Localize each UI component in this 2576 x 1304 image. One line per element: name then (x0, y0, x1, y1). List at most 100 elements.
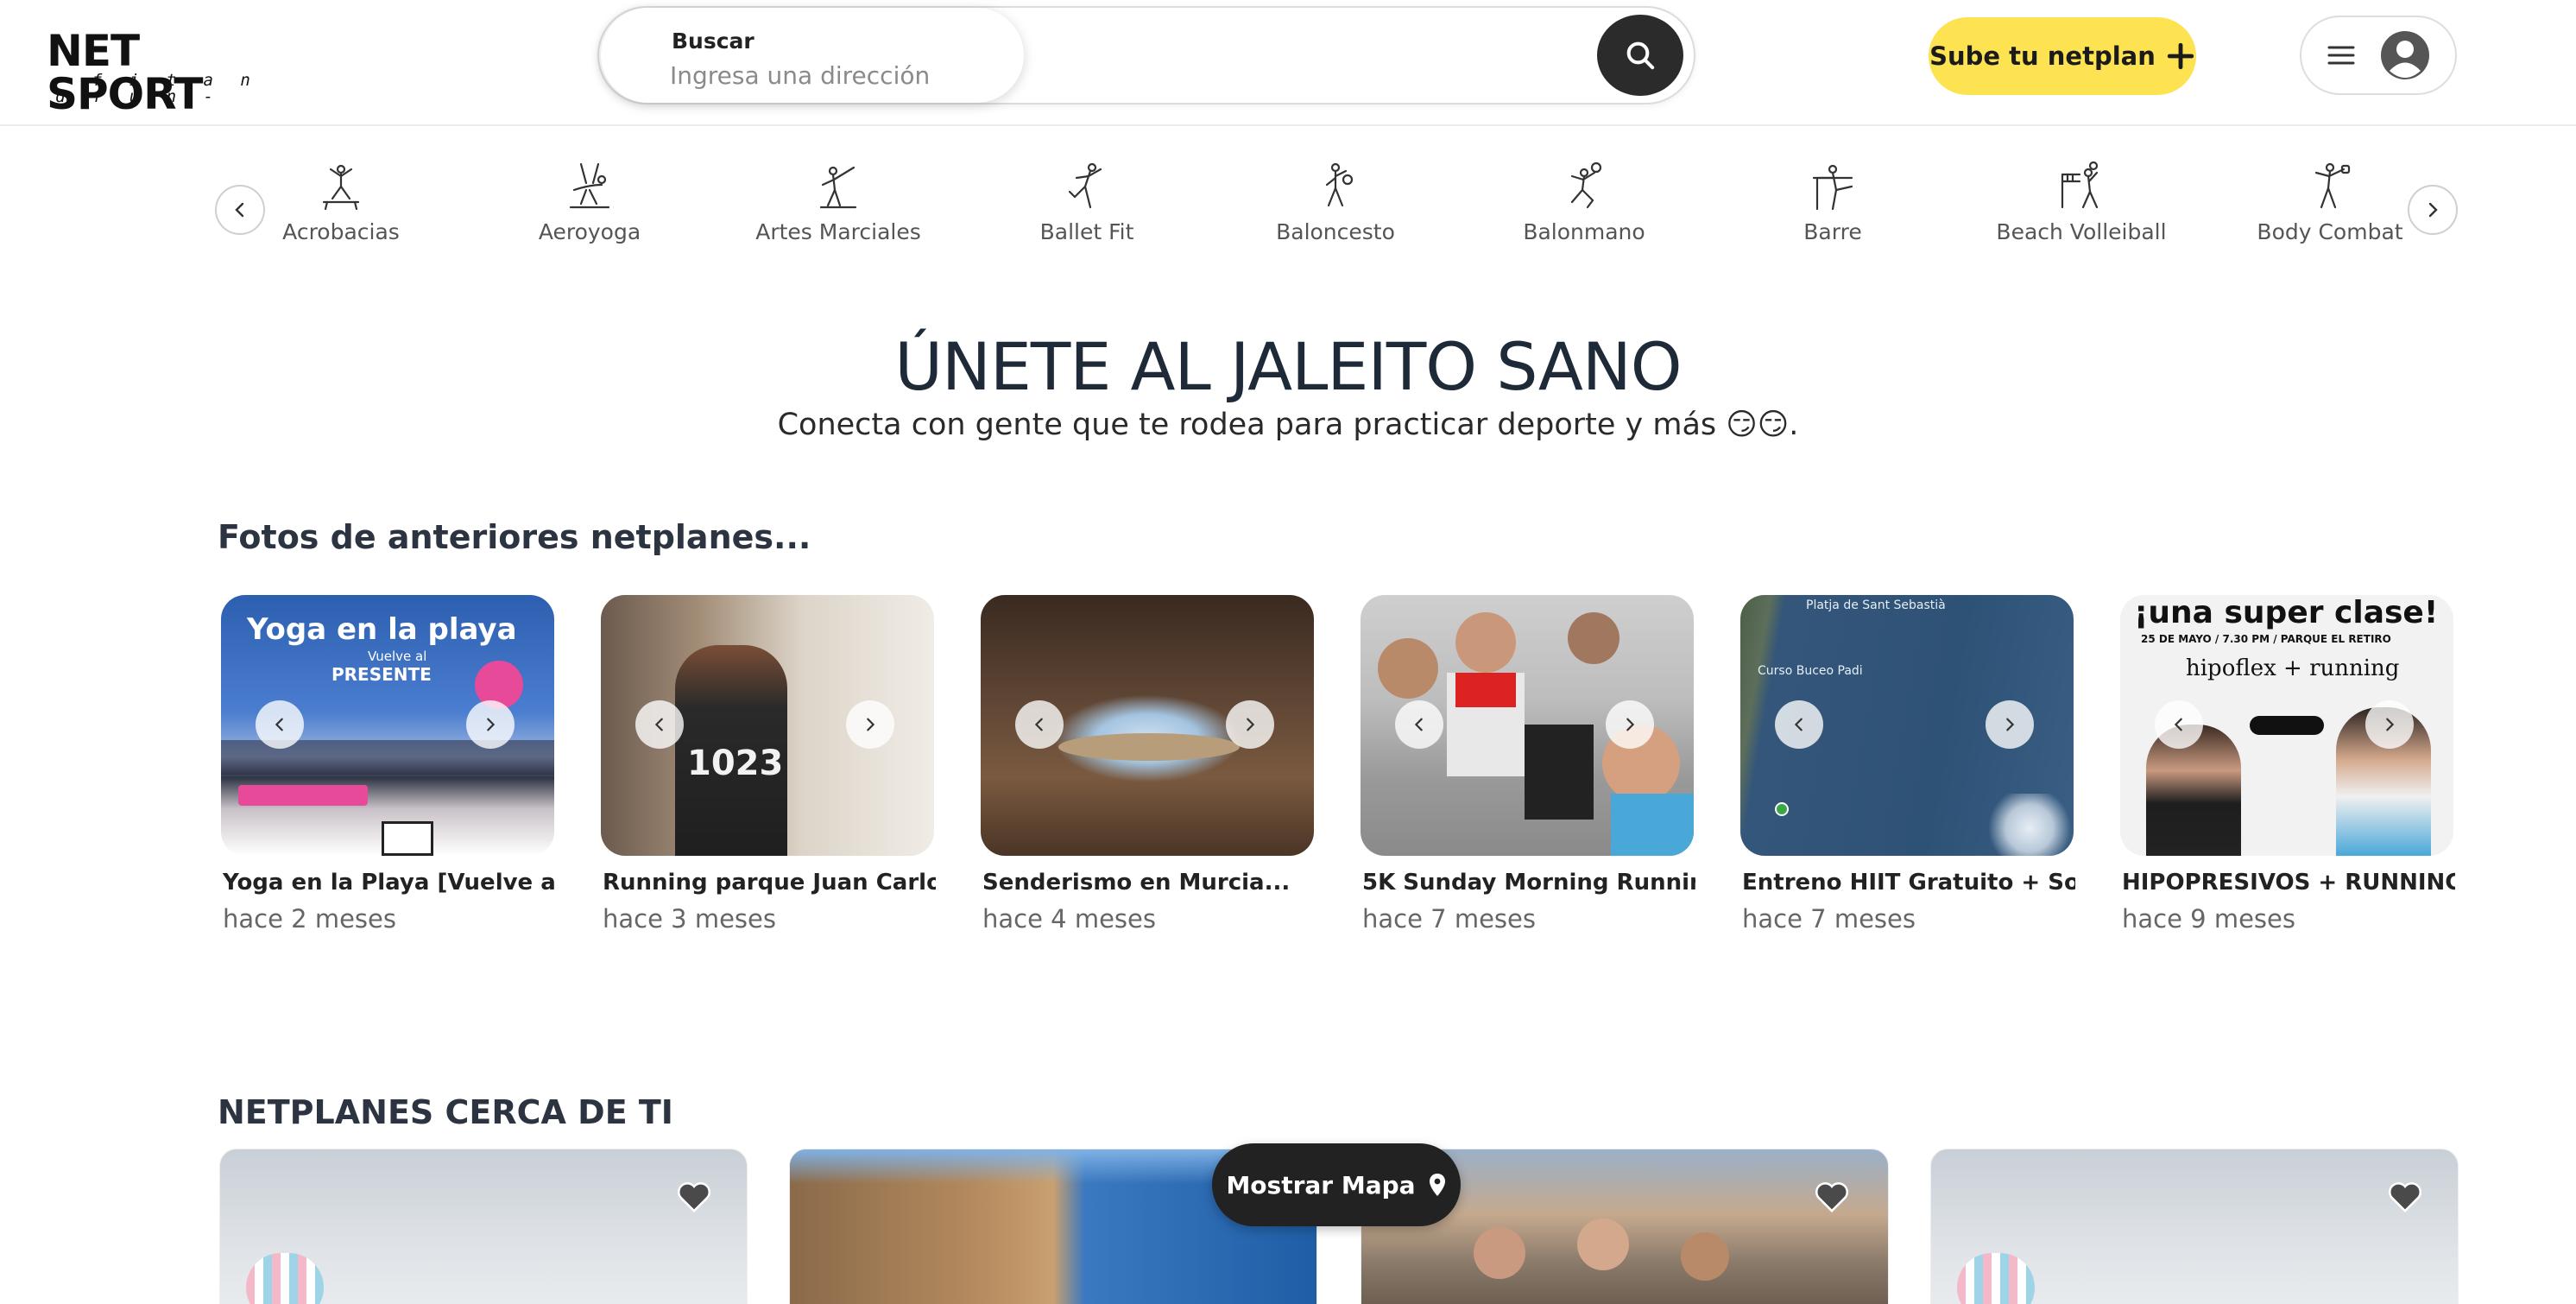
photo-next-button[interactable] (2365, 700, 2414, 749)
sock-graphic (246, 1253, 324, 1304)
chevron-right-icon (2386, 718, 2395, 731)
photo-title[interactable]: Yoga en la Playa [Vuelve al ... (223, 870, 556, 896)
photo-next-button[interactable] (466, 700, 515, 749)
favorite-button[interactable] (2383, 1175, 2427, 1215)
photo-prev-button[interactable] (2155, 700, 2203, 749)
photo-card[interactable]: Yoga en la playa Vuelve al PRESENTE Yoga… (221, 595, 556, 934)
chevron-left-icon (2174, 718, 2182, 731)
category-label: Baloncesto (1276, 219, 1395, 244)
beach-volleyball-icon (2061, 161, 2099, 209)
hero-title: ÚNETE AL JALEITO SANO (894, 328, 1682, 405)
person-head (1455, 612, 1516, 673)
photo-image[interactable]: ¡una super clase! 25 DE MAYO / 7.30 PM /… (2120, 595, 2453, 856)
photo-time: hace 7 meses (1362, 904, 1536, 934)
photo-card[interactable]: 5K Sunday Morning Running... hace 7 mese… (1361, 595, 1695, 934)
upload-netplan-button[interactable]: Sube tu netplan (1929, 17, 2196, 95)
category-label: Barre (1803, 219, 1862, 244)
category-acrobacias[interactable]: Acrobacias (229, 161, 453, 256)
person-head (1681, 1232, 1729, 1281)
hamburger-icon (2327, 46, 2355, 65)
category-barre[interactable]: Barre (1720, 161, 1945, 256)
show-map-button[interactable]: Mostrar Mapa (1212, 1143, 1461, 1226)
photo-prev-button[interactable] (256, 700, 304, 749)
category-label: Artes Marciales (755, 219, 921, 244)
photo-image[interactable]: Yoga en la playa Vuelve al PRESENTE (221, 595, 554, 856)
search-label: Buscar (672, 28, 754, 54)
photo-time: hace 3 meses (603, 904, 776, 934)
photo-banner (2250, 716, 2324, 735)
photo-prev-button[interactable] (1015, 700, 1064, 749)
photo-prev-button[interactable] (1775, 700, 1823, 749)
photo-card[interactable]: Senderismo en Murcia... hace 4 meses (981, 595, 1314, 934)
photo-prev-button[interactable] (1395, 700, 1443, 749)
nearby-section-title: NETPLANES CERCA DE TI (218, 1093, 673, 1131)
person-shirt (1525, 725, 1594, 820)
photo-time: hace 4 meses (982, 904, 1156, 934)
photo-image[interactable] (981, 595, 1314, 856)
photo-time: hace 9 meses (2122, 904, 2295, 934)
hero-subtitle: Conecta con gente que te rodea para prac… (777, 408, 1799, 442)
category-artes-marciales[interactable]: Artes Marciales (726, 161, 950, 256)
search-address-field[interactable]: Buscar (601, 8, 1024, 103)
chevron-left-icon (654, 718, 663, 731)
category-beach-volleiball[interactable]: Beach Volleiball (1969, 161, 2194, 256)
favorite-button[interactable] (1810, 1175, 1853, 1215)
photo-overlay-text: hipoflex + running (2186, 655, 2400, 681)
sock-graphic (1957, 1253, 2035, 1304)
photo-next-button[interactable] (1226, 700, 1274, 749)
photo-card[interactable]: Platja de Sant Sebastià Curso Buceo Padi… (1740, 595, 2075, 934)
chevron-left-icon (1034, 718, 1043, 731)
photo-overlay-text: Yoga en la playa (247, 612, 517, 647)
search-input[interactable] (670, 60, 998, 91)
category-label: Beach Volleiball (1996, 219, 2167, 244)
category-label: Aeroyoga (538, 219, 641, 244)
photo-next-button[interactable] (1986, 700, 2034, 749)
person-head (1378, 638, 1438, 699)
favorite-button[interactable] (672, 1175, 716, 1215)
user-menu-button[interactable] (2300, 16, 2457, 95)
basketball-icon (1325, 162, 1354, 207)
desert-plain (1058, 733, 1240, 761)
chevron-right-icon (1626, 718, 1635, 731)
photo-overlay-text: 1023 (687, 744, 784, 783)
photo-card[interactable]: 1023 Running parque Juan Carlos I... hac… (601, 595, 936, 934)
show-map-label: Mostrar Mapa (1226, 1170, 1416, 1200)
nearby-card[interactable] (1930, 1149, 2459, 1304)
photo-title[interactable]: HIPOPRESIVOS + RUNNING + PIC... (2122, 870, 2455, 896)
heart-icon (678, 1182, 710, 1212)
person-head (1568, 612, 1619, 664)
photo-title[interactable]: Senderismo en Murcia... (982, 870, 1316, 896)
photo-image[interactable]: Platja de Sant Sebastià Curso Buceo Padi (1740, 595, 2074, 856)
search-button[interactable] (1597, 15, 1683, 96)
photo-title[interactable]: Entreno HIIT Gratuito + Sorp... (1742, 870, 2075, 896)
chevron-right-icon (867, 718, 875, 731)
photo-title[interactable]: 5K Sunday Morning Running... (1362, 870, 1695, 896)
category-aeroyoga[interactable]: Aeroyoga (477, 161, 702, 256)
photo-image[interactable]: 1023 (601, 595, 934, 856)
upload-netplan-label: Sube tu netplan (1929, 41, 2156, 71)
person-head (1577, 1219, 1629, 1270)
netsport-logo[interactable]: NET SPORT - f i t a n d f u n - (47, 29, 280, 116)
category-balonmano[interactable]: Balonmano (1472, 161, 1696, 256)
photo-title[interactable]: Running parque Juan Carlos I... (603, 870, 936, 896)
photo-next-button[interactable] (846, 700, 894, 749)
photo-card[interactable]: ¡una super clase! 25 DE MAYO / 7.30 PM /… (2120, 595, 2455, 934)
photo-next-button[interactable] (1606, 700, 1654, 749)
plus-icon (2167, 42, 2194, 70)
photo-banner (238, 785, 368, 806)
person-head (1474, 1227, 1525, 1279)
photo-prev-button[interactable] (635, 700, 684, 749)
person-shirt (1611, 794, 1694, 856)
heart-icon (1815, 1182, 1848, 1212)
person-figure (2146, 725, 2241, 856)
nearby-card[interactable] (219, 1149, 748, 1304)
category-baloncesto[interactable]: Baloncesto (1223, 161, 1448, 256)
photo-overlay-text: ¡una super clase! (2134, 595, 2439, 630)
chevron-right-icon (2006, 718, 2015, 731)
body-combat-icon (2314, 162, 2351, 209)
category-label: Body Combat (2257, 219, 2403, 244)
logo-tagline: - f i t a n d f u n - (55, 71, 259, 106)
category-ballet-fit[interactable]: Ballet Fit (975, 161, 1199, 256)
photo-image[interactable] (1361, 595, 1694, 856)
category-next-button[interactable] (2408, 185, 2458, 235)
